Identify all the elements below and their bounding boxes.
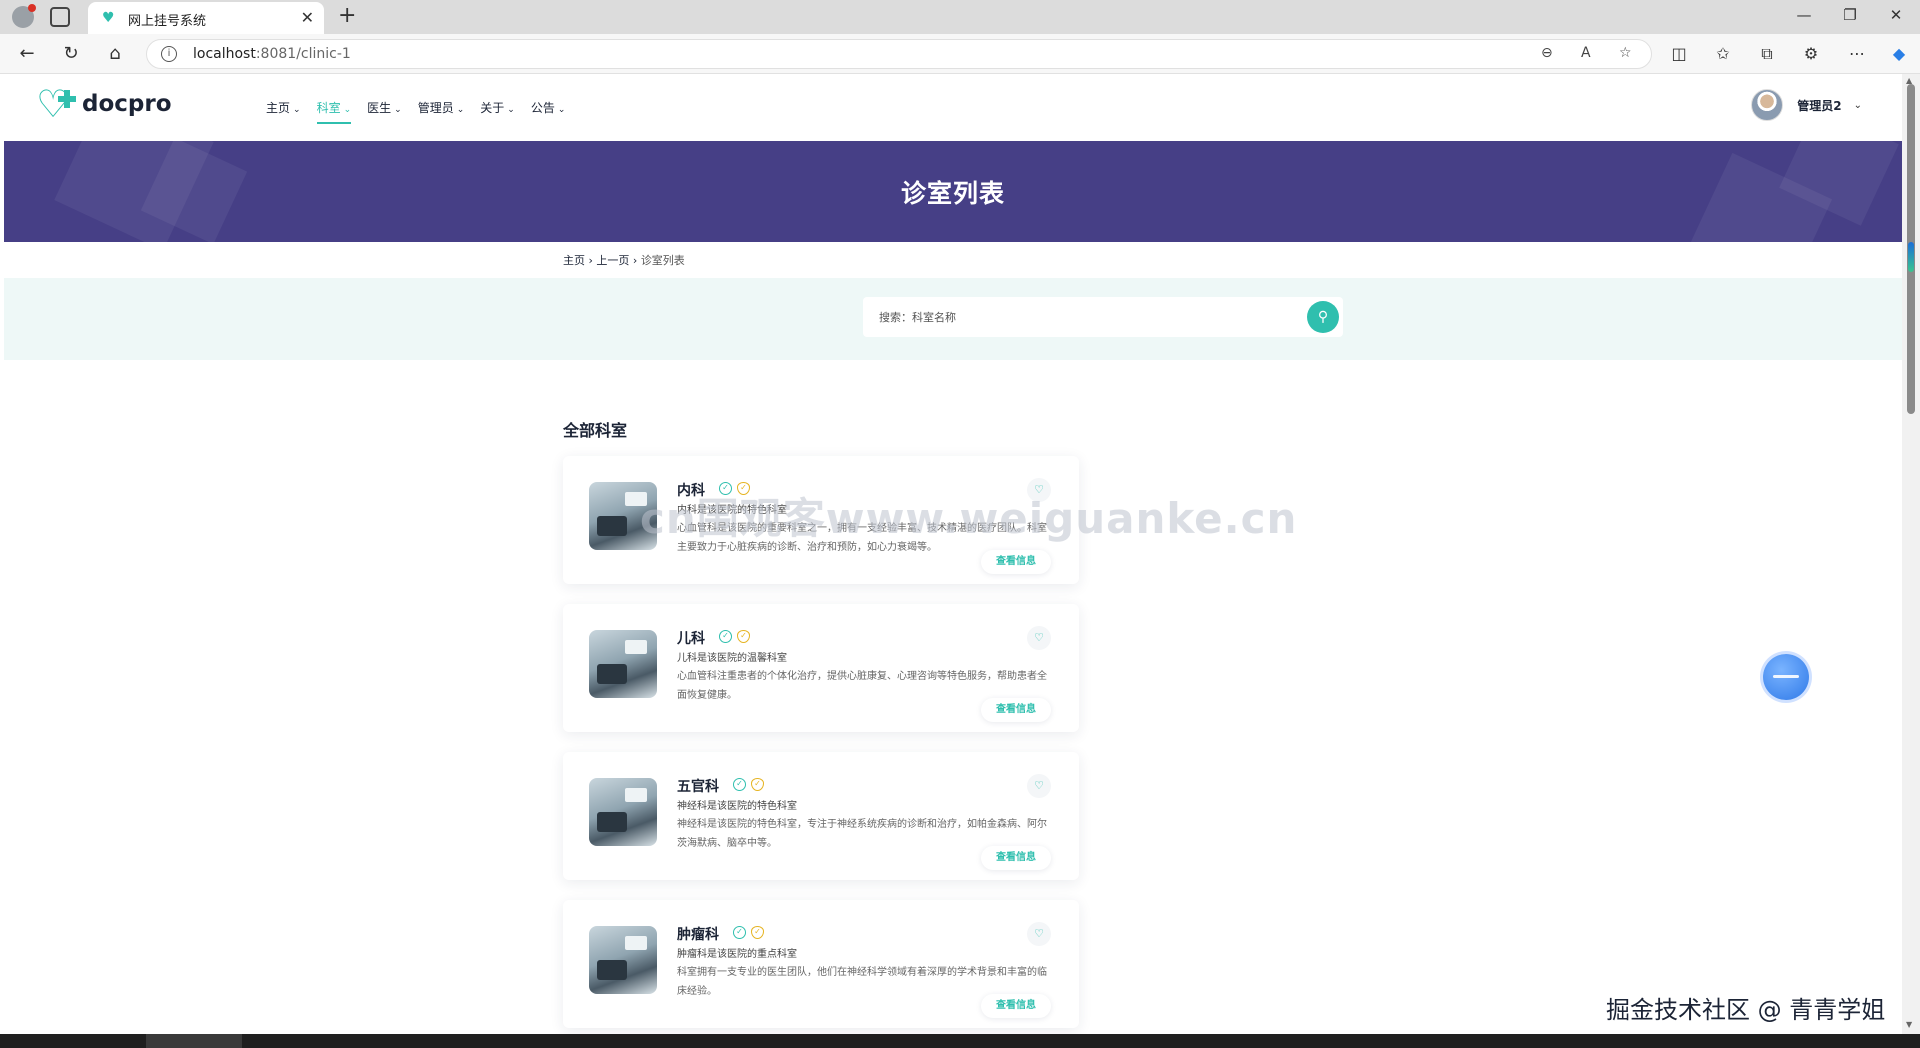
nav-item-about[interactable]: 关于 ⌄ [480,99,515,124]
department-card: 儿科 ✓ ✓ 儿科是该医院的温馨科室 心血管科注重患者的个体化治疗，提供心脏康复… [563,604,1079,732]
nav-item-notice[interactable]: 公告 ⌄ [531,99,566,124]
badges: ✓ ✓ [733,778,764,791]
more-menu-icon[interactable]: ⋯ [1846,44,1868,63]
floating-assistant-button[interactable] [1763,654,1809,700]
back-icon[interactable]: ← [16,43,38,64]
breadcrumb-prev-link[interactable]: 上一页 [596,254,629,267]
center-watermark: cn围观客www.weiguanke.cn [640,494,1298,543]
corner-watermark: 掘金技术社区 @ 青青学姐 [1606,996,1886,1024]
department-image [589,778,657,846]
heart-favicon-icon: ♥ [102,10,115,26]
tab-actions-icon[interactable] [50,7,70,27]
chevron-down-icon: ⌄ [507,105,515,115]
home-icon[interactable]: ⌂ [104,43,126,64]
nav-item-department[interactable]: 科室 ⌄ [316,99,352,124]
breadcrumb-current: 诊室列表 [640,254,685,267]
minimize-icon[interactable]: — [1794,6,1814,24]
tab-title: 网上挂号系统 [128,14,207,29]
breadcrumb-separator: › [632,254,638,267]
section-title: 全部科室 [563,421,628,440]
verified-check-icon: ✓ [733,778,746,791]
scroll-down-icon[interactable]: ▼ [1906,1020,1912,1029]
department-name: 儿科 [677,631,705,647]
heart-cross-logo-icon: ♡ [36,85,76,123]
department-name: 肿瘤科 [677,927,719,943]
new-tab-button[interactable]: + [338,3,356,28]
breadcrumb: 主页 › 上一页 › 诊室列表 [563,252,685,268]
page-viewport: ♡ docpro 主页 ⌄ 科室 ⌄ 医生 ⌄ 管理员 ⌄ 关于 ⌄ 公告 ⌄ 管理员2 ⌄… [4,74,1902,1034]
scroll-accent-marker [1908,242,1914,272]
site-info-icon[interactable]: i [161,46,177,62]
address-bar[interactable]: i localhost:8081/clinic-1 ⊖ A ☆ [146,39,1652,69]
page-scrollbar[interactable]: ▲ ▼ [1902,74,1920,1034]
page-banner: 诊室列表 [4,141,1902,242]
page-title: 诊室列表 [900,179,1005,208]
main-nav: 主页 ⌄ 科室 ⌄ 医生 ⌄ 管理员 ⌄ 关于 ⌄ 公告 ⌄ [266,99,581,124]
view-info-button[interactable]: 查看信息 [981,846,1051,870]
logo[interactable]: ♡ docpro [36,85,172,123]
search-input[interactable] [879,305,1279,329]
user-name: 管理员2 [1797,98,1842,113]
copilot-icon[interactable]: ◆ [1888,44,1910,63]
department-subtitle: 肿瘤科是该医院的重点科室 [677,949,797,960]
nav-item-home[interactable]: 主页 ⌄ [266,99,301,124]
nav-item-admin[interactable]: 管理员 ⌄ [418,99,465,124]
chevron-down-icon: ⌄ [557,105,566,115]
verified-check-icon: ✓ [719,630,732,643]
window-close-icon[interactable]: ✕ [1886,6,1906,24]
os-taskbar [0,1034,1920,1048]
breadcrumb-home-link[interactable]: 主页 [563,254,585,267]
chevron-down-icon: ⌄ [394,105,402,115]
site-header: ♡ docpro 主页 ⌄ 科室 ⌄ 医生 ⌄ 管理员 ⌄ 关于 ⌄ 公告 ⌄ 管理员2 ⌄ [4,74,1902,141]
department-card: 肿瘤科 ✓ ✓ 肿瘤科是该医院的重点科室 科室拥有一支专业的医生团队，他们在神经… [563,900,1079,1028]
browser-toolbar: ← ↻ ⌂ i localhost:8081/clinic-1 ⊖ A ☆ ◫ … [0,34,1920,74]
zoom-icon[interactable]: ⊖ [1541,45,1553,61]
reload-icon[interactable]: ↻ [60,43,82,64]
search-box: ⚲ [863,297,1343,337]
badges: ✓ ✓ [719,630,750,643]
favorite-star-icon[interactable]: ☆ [1619,45,1632,61]
department-image [589,926,657,994]
verified-check-icon: ✓ [733,926,746,939]
chevron-down-icon: ⌄ [1853,99,1862,111]
department-subtitle: 神经科是该医院的特色科室 [677,801,797,812]
collections-icon[interactable]: ⧉ [1756,44,1778,64]
chevron-down-icon: ⌄ [456,105,465,115]
search-button[interactable]: ⚲ [1307,301,1339,333]
breadcrumb-separator: › [588,254,593,267]
shield-check-icon: ✓ [751,926,764,939]
view-info-button[interactable]: 查看信息 [981,698,1051,722]
avatar [1751,89,1784,121]
logo-text: docpro [82,91,172,117]
user-menu[interactable]: 管理员2 ⌄ [1751,89,1862,121]
view-info-button[interactable]: 查看信息 [981,550,1051,574]
chevron-down-icon: ⌄ [293,105,301,115]
favorite-heart-icon[interactable]: ♡ [1027,774,1051,798]
search-icon: ⚲ [1317,309,1329,325]
browser-tab-active[interactable]: ♥ 网上挂号系统 ✕ [88,2,324,34]
extensions-icon[interactable]: ⚙ [1800,44,1822,63]
split-screen-icon[interactable]: ◫ [1668,44,1690,63]
search-section: ⚲ [4,278,1902,360]
chevron-down-icon: ⌄ [343,105,352,115]
favorite-heart-icon[interactable]: ♡ [1027,922,1051,946]
read-aloud-icon[interactable]: A [1581,45,1591,61]
favorites-icon[interactable]: ✩ [1712,44,1734,63]
department-card: 五官科 ✓ ✓ 神经科是该医院的特色科室 神经科是该医院的特色科室，专注于神经系… [563,752,1079,880]
nav-item-doctor[interactable]: 医生 ⌄ [367,99,402,124]
department-image [589,630,657,698]
browser-tabstrip: ♥ 网上挂号系统 ✕ + — ❐ ✕ [0,0,1920,34]
favorite-heart-icon[interactable]: ♡ [1027,626,1051,650]
badges: ✓ ✓ [733,926,764,939]
department-subtitle: 儿科是该医院的温馨科室 [677,653,787,664]
view-info-button[interactable]: 查看信息 [981,994,1051,1018]
restore-icon[interactable]: ❐ [1840,6,1860,24]
shield-check-icon: ✓ [751,778,764,791]
department-name: 五官科 [677,779,719,795]
profile-icon[interactable] [12,4,36,28]
shield-check-icon: ✓ [737,630,750,643]
tab-close-icon[interactable]: ✕ [301,8,314,27]
url-text[interactable]: localhost:8081/clinic-1 [193,46,351,62]
taskbar-app[interactable] [146,1034,242,1048]
